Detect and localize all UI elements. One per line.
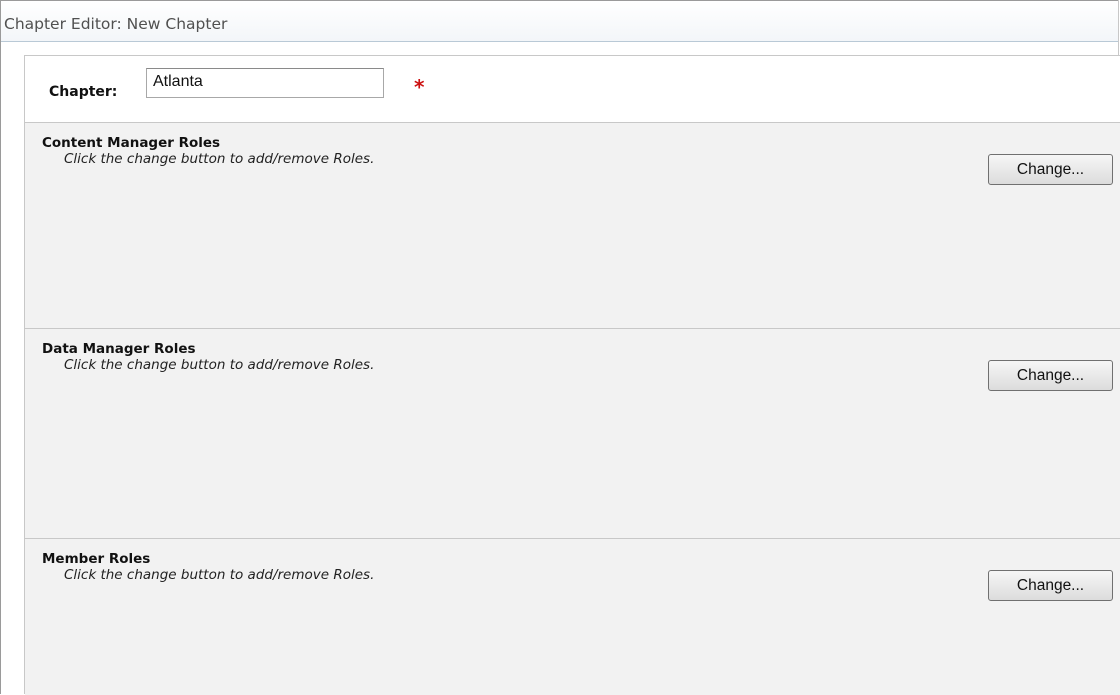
window-title: Chapter Editor: New Chapter <box>1 0 1118 42</box>
required-icon: * <box>414 75 425 99</box>
chapter-editor-window: Chapter Editor: New Chapter Chapter: * C… <box>0 0 1120 695</box>
change-member-roles-button[interactable]: Change... <box>988 570 1113 601</box>
content-manager-roles-section: Content Manager Roles Click the change b… <box>25 123 1120 329</box>
chapter-label: Chapter: <box>49 84 118 100</box>
section-hint: Click the change button to add/remove Ro… <box>64 151 375 167</box>
editor-panel: Chapter: * Content Manager Roles Click t… <box>24 55 1120 695</box>
section-title-member-roles: Member Roles <box>42 551 151 567</box>
data-manager-roles-section: Data Manager Roles Click the change butt… <box>25 329 1120 539</box>
section-hint: Click the change button to add/remove Ro… <box>64 567 375 583</box>
chapter-row: Chapter: * <box>25 56 1120 123</box>
change-content-manager-roles-button[interactable]: Change... <box>988 154 1113 185</box>
member-roles-section: Member Roles Click the change button to … <box>25 539 1120 695</box>
section-title-content-manager-roles: Content Manager Roles <box>42 135 221 151</box>
change-data-manager-roles-button[interactable]: Change... <box>988 360 1113 391</box>
chapter-name-input[interactable] <box>146 68 384 98</box>
section-title-data-manager-roles: Data Manager Roles <box>42 341 196 357</box>
section-hint: Click the change button to add/remove Ro… <box>64 357 375 373</box>
